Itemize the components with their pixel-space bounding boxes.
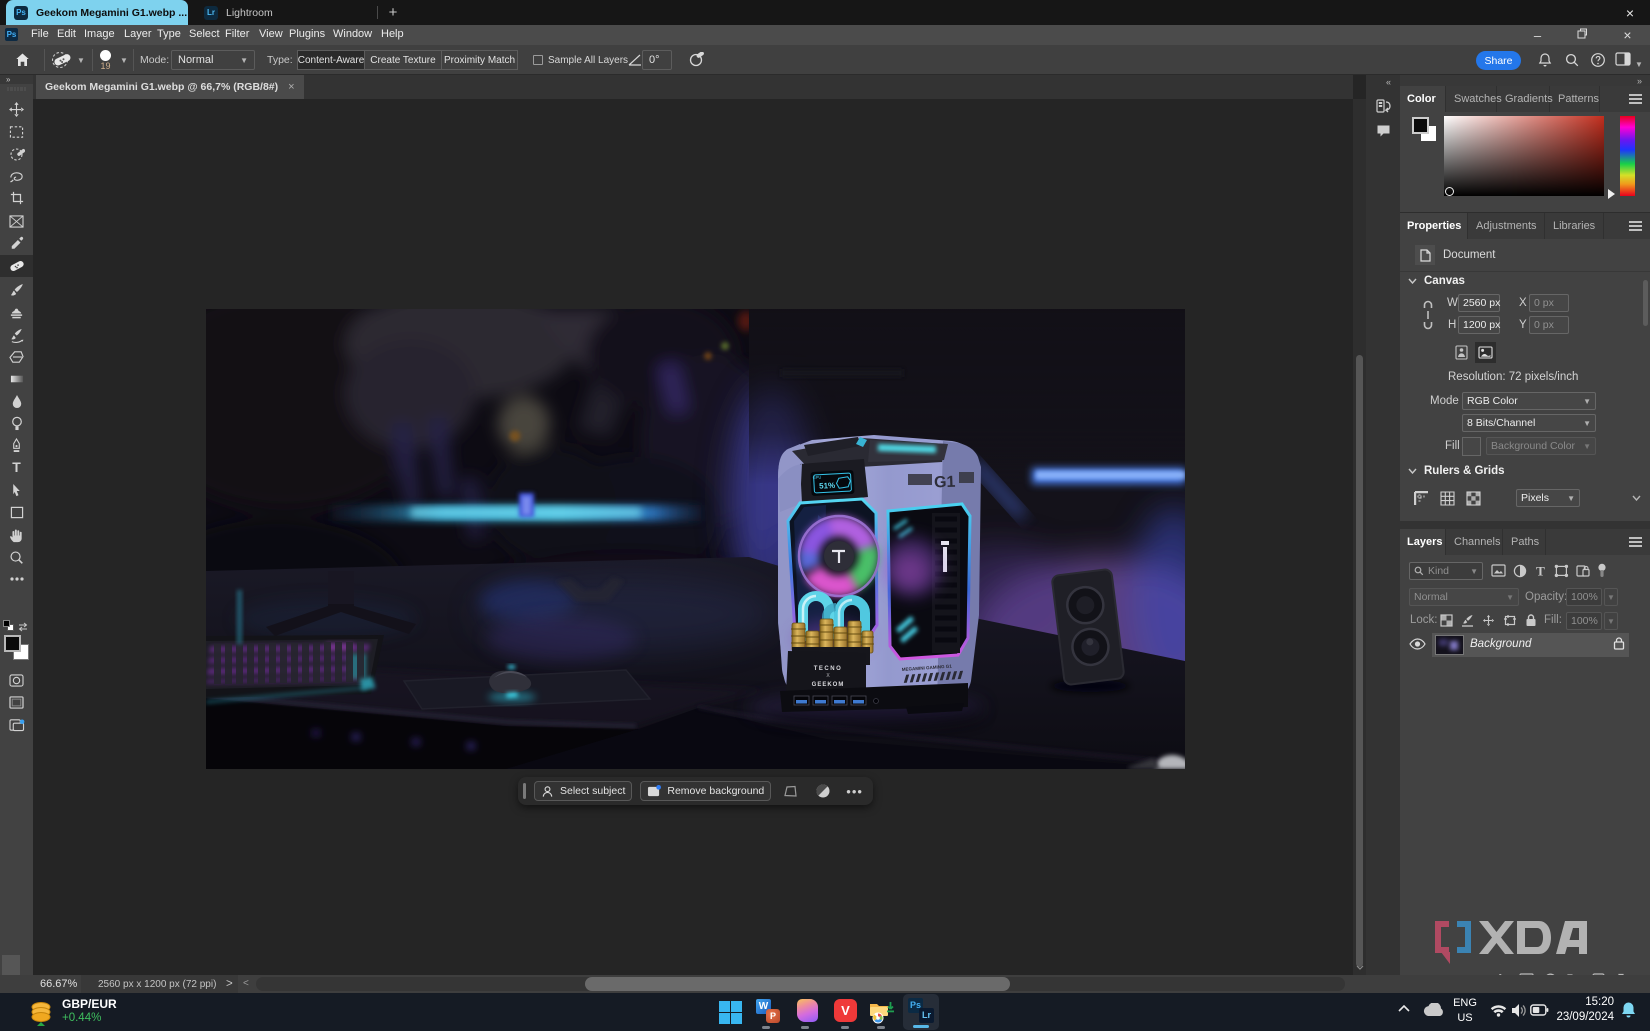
svg-text:TECNO: TECNO: [814, 666, 843, 672]
svg-text:GPU: GPU: [813, 475, 822, 480]
svg-text:GEEKOM: GEEKOM: [812, 682, 845, 688]
svg-text:T: T: [1536, 564, 1545, 577]
svg-text:51%: 51%: [819, 481, 835, 491]
svg-text:T: T: [12, 460, 21, 475]
svg-text:G1: G1: [934, 474, 956, 492]
